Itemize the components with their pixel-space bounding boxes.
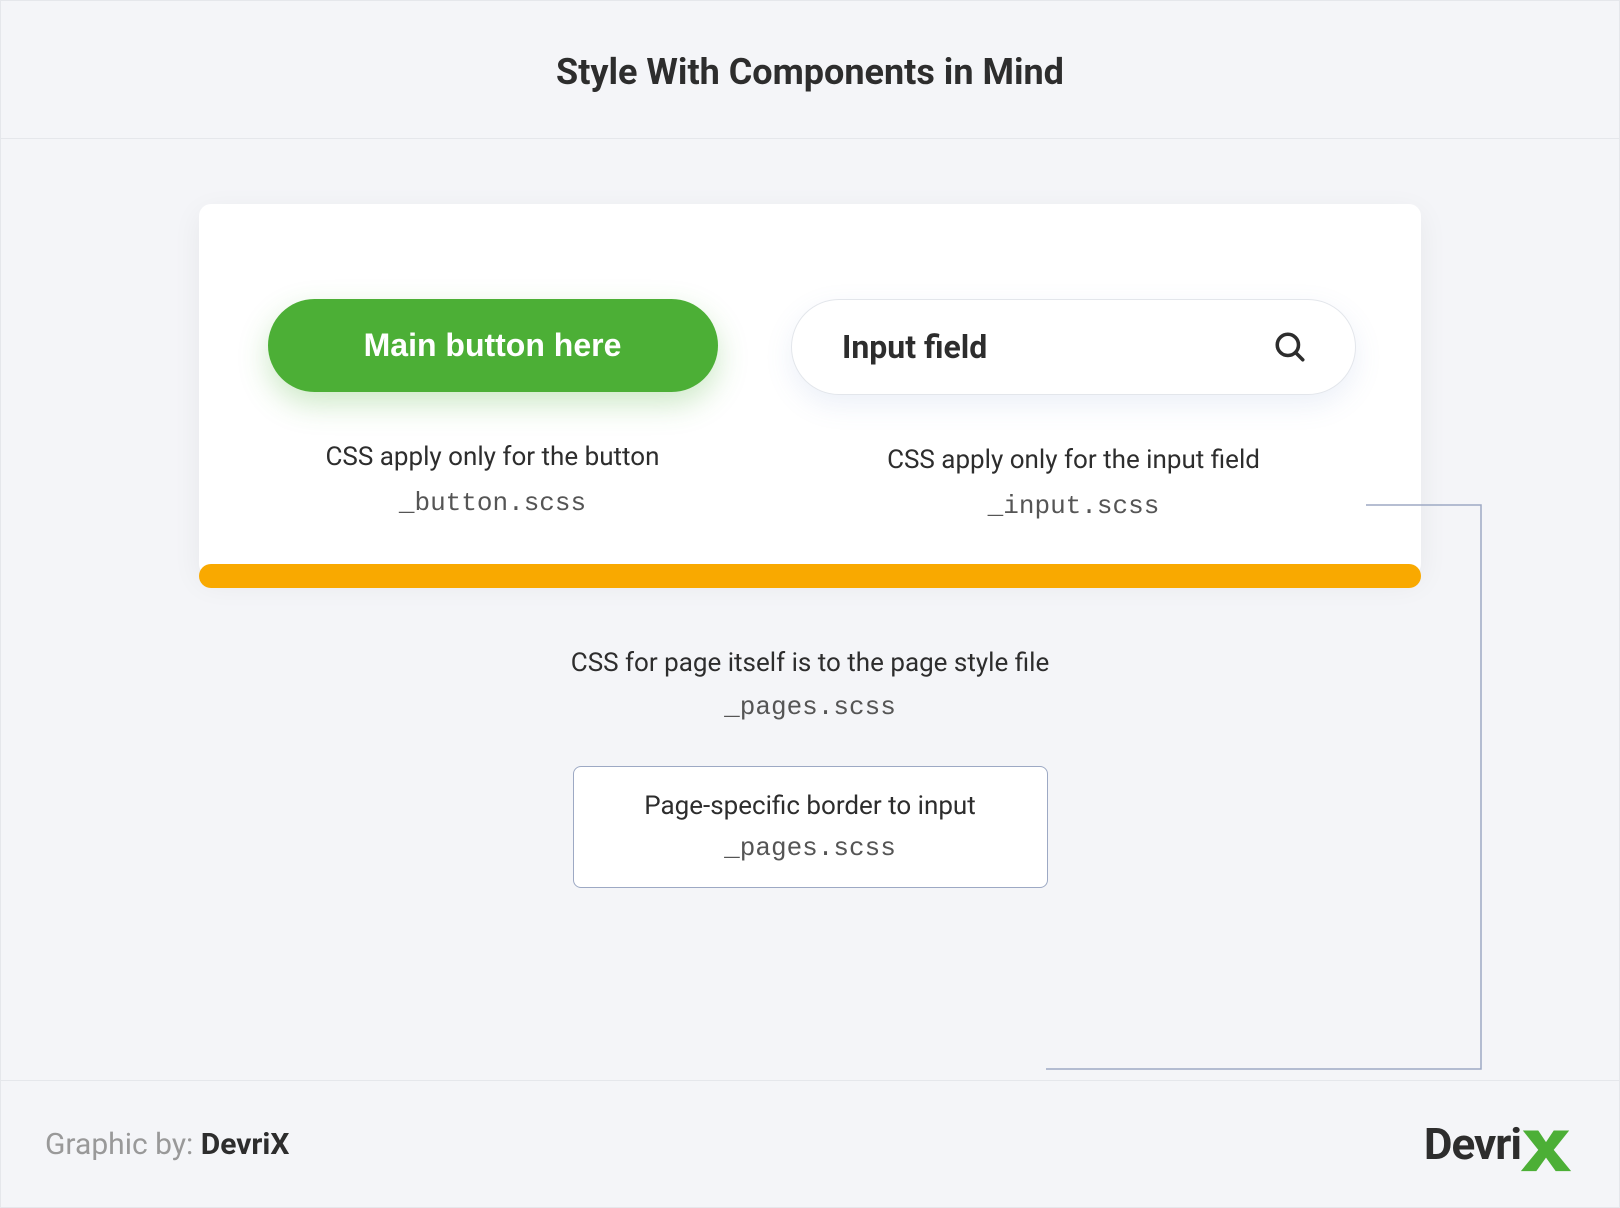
orange-bar: [199, 564, 1421, 588]
columns: Main button here CSS apply only for the …: [264, 299, 1356, 521]
component-card: Main button here CSS apply only for the …: [199, 204, 1421, 576]
footer-credit: Graphic by: DevriX: [45, 1127, 289, 1162]
main-button[interactable]: Main button here: [268, 299, 718, 392]
content-area: Main button here CSS apply only for the …: [1, 139, 1619, 888]
border-box-file: _pages.scss: [622, 833, 999, 863]
input-placeholder: Input field: [842, 328, 1280, 366]
page-title: Style With Components in Mind: [1, 51, 1619, 93]
input-caption: CSS apply only for the input field: [887, 445, 1260, 475]
border-box-title: Page-specific border to input: [622, 791, 999, 821]
logo-x-icon: [1517, 1117, 1575, 1175]
footer-prefix: Graphic by:: [45, 1127, 201, 1162]
logo-text: Devri: [1424, 1118, 1521, 1170]
devrix-logo: Devri: [1424, 1113, 1575, 1175]
search-icon: [1273, 330, 1307, 364]
page-file: _pages.scss: [1, 692, 1619, 722]
input-column: Input field CSS apply only for the input…: [791, 299, 1356, 521]
footer-brand: DevriX: [201, 1127, 290, 1162]
page-caption-block: CSS for page itself is to the page style…: [1, 648, 1619, 722]
button-column: Main button here CSS apply only for the …: [264, 299, 721, 521]
footer: Graphic by: DevriX Devri: [1, 1080, 1619, 1207]
page-caption: CSS for page itself is to the page style…: [1, 648, 1619, 678]
button-caption: CSS apply only for the button: [326, 442, 660, 472]
input-field[interactable]: Input field: [791, 299, 1356, 395]
header: Style With Components in Mind: [1, 1, 1619, 139]
border-box: Page-specific border to input _pages.scs…: [573, 766, 1048, 888]
button-file: _button.scss: [399, 488, 586, 518]
input-file: _input.scss: [988, 491, 1160, 521]
